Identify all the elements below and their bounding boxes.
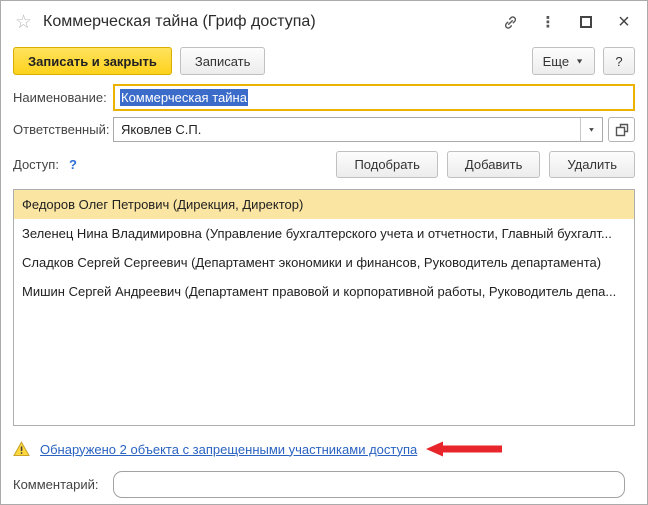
- save-button[interactable]: Записать: [179, 47, 266, 75]
- toolbar: Записать и закрыть Записать Еще ▼ ?: [1, 47, 647, 75]
- list-item[interactable]: Мишин Сергей Андреевич (Департамент прав…: [14, 277, 634, 306]
- form-window: ☆ Коммерческая тайна (Гриф доступа) ⋮ × …: [0, 0, 648, 505]
- add-button[interactable]: Добавить: [446, 151, 541, 178]
- access-label: Доступ:: [13, 157, 59, 172]
- dropdown-arrow-icon: ▼: [587, 126, 596, 133]
- access-header-row: Доступ: ? Подобрать Добавить Удалить: [1, 151, 647, 178]
- access-help-link[interactable]: ?: [69, 157, 77, 172]
- responsible-open-button[interactable]: [608, 117, 635, 142]
- comment-input[interactable]: [113, 471, 625, 498]
- red-arrow-annotation: [425, 440, 503, 458]
- name-input[interactable]: Коммерческая тайна: [113, 84, 635, 111]
- titlebar: ☆ Коммерческая тайна (Гриф доступа) ⋮ ×: [1, 1, 647, 43]
- delete-button[interactable]: Удалить: [549, 151, 635, 178]
- name-input-selected-text: Коммерческая тайна: [120, 89, 248, 106]
- forbidden-objects-link[interactable]: Обнаружено 2 объекта с запрещенными учас…: [40, 442, 417, 457]
- open-link-icon: [615, 123, 628, 136]
- more-button[interactable]: Еще ▼: [531, 47, 595, 75]
- responsible-value: Яковлев С.П.: [121, 122, 202, 137]
- help-button[interactable]: ?: [603, 47, 635, 75]
- list-item[interactable]: Сладков Сергей Сергеевич (Департамент эк…: [14, 248, 634, 277]
- warning-row: Обнаружено 2 объекта с запрещенными учас…: [1, 440, 647, 458]
- access-list[interactable]: Федоров Олег Петрович (Дирекция, Директо…: [13, 189, 635, 426]
- name-field-label: Наименование:: [13, 90, 107, 105]
- close-icon[interactable]: ×: [615, 12, 633, 32]
- comment-field-label: Комментарий:: [13, 477, 99, 492]
- link-icon[interactable]: [501, 13, 519, 31]
- responsible-dropdown-button[interactable]: ▼: [580, 118, 602, 141]
- responsible-input[interactable]: Яковлев С.П. ▼: [113, 117, 603, 142]
- titlebar-icons: ⋮ ×: [501, 12, 633, 32]
- window-title: Коммерческая тайна (Гриф доступа): [43, 13, 316, 30]
- favorite-star-icon[interactable]: ☆: [15, 13, 32, 32]
- list-item[interactable]: Федоров Олег Петрович (Дирекция, Директо…: [14, 190, 634, 219]
- list-item[interactable]: Зеленец Нина Владимировна (Управление бу…: [14, 219, 634, 248]
- menu-kebab-icon[interactable]: ⋮: [539, 13, 557, 31]
- comment-row: Комментарий:: [1, 471, 647, 498]
- save-and-close-button[interactable]: Записать и закрыть: [13, 47, 172, 75]
- responsible-field-label: Ответственный:: [13, 122, 110, 137]
- maximize-icon[interactable]: [577, 13, 595, 31]
- responsible-field-row: Ответственный: Яковлев С.П. ▼: [1, 117, 647, 142]
- chevron-down-icon: ▼: [575, 57, 584, 65]
- warning-icon: [13, 441, 30, 457]
- name-field-row: Наименование: Коммерческая тайна: [1, 84, 647, 111]
- pick-button[interactable]: Подобрать: [336, 151, 438, 178]
- more-button-label: Еще: [542, 53, 570, 69]
